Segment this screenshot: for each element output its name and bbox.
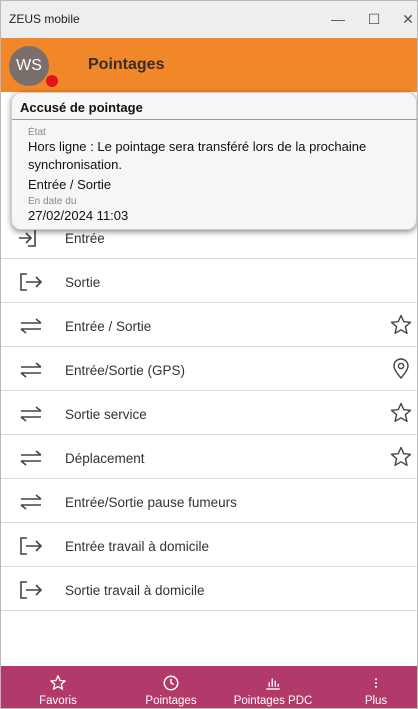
- list-item-label: Entrée: [65, 231, 105, 246]
- list-item[interactable]: Déplacement: [1, 436, 417, 479]
- avatar[interactable]: WS: [9, 46, 49, 86]
- close-button[interactable]: ✕: [393, 7, 417, 31]
- list-item-label: Entrée/Sortie pause fumeurs: [65, 495, 237, 510]
- exit-icon: [20, 581, 43, 599]
- app-window: ZEUS mobile — ☐ ✕ WS Pointages Entrée So…: [0, 0, 418, 709]
- bar-chart-icon: [266, 678, 280, 690]
- list-item[interactable]: Sortie service: [1, 392, 417, 435]
- divider: [12, 119, 417, 120]
- nav-pointages[interactable]: Pointages: [131, 666, 211, 708]
- exit-icon: [20, 273, 43, 291]
- star-icon: [50, 675, 66, 690]
- nav-plus[interactable]: Plus: [351, 666, 401, 708]
- maximize-button[interactable]: ☐: [359, 7, 389, 31]
- app-header: WS Pointages: [1, 38, 417, 92]
- swap-arrows-icon: [20, 406, 42, 422]
- star-icon[interactable]: [389, 445, 413, 469]
- list-item-label: Entrée/Sortie (GPS): [65, 363, 186, 378]
- state-value: Hors ligne : Le pointage sera transféré …: [28, 139, 367, 172]
- list-item-label: Déplacement: [65, 451, 145, 466]
- list-item-label: Entrée / Sortie: [65, 319, 152, 334]
- star-icon[interactable]: [389, 401, 413, 425]
- minimize-button[interactable]: —: [323, 7, 353, 31]
- list-item-label: Entrée travail à domicile: [65, 539, 210, 554]
- more-vertical-icon: [374, 678, 378, 688]
- list-item[interactable]: Entrée travail à domicile: [1, 524, 417, 567]
- swap-arrows-icon: [20, 318, 42, 334]
- list-item[interactable]: Sortie: [1, 260, 417, 303]
- nav-label: Favoris: [39, 695, 77, 707]
- location-pin-icon[interactable]: [389, 357, 413, 381]
- nav-favoris[interactable]: Favoris: [23, 666, 93, 708]
- star-icon[interactable]: [389, 313, 413, 337]
- nav-pointages-pdc[interactable]: Pointages PDC: [227, 666, 319, 708]
- status-badge: [44, 73, 60, 89]
- nav-label: Pointages PDC: [233, 695, 313, 707]
- state-label: État: [28, 127, 46, 138]
- entry-icon: [19, 230, 36, 247]
- exit-icon: [20, 537, 43, 555]
- title-bar[interactable]: ZEUS mobile — ☐ ✕: [1, 1, 417, 38]
- swap-arrows-icon: [20, 362, 42, 378]
- bottom-navigation: Favoris Pointages Pointages PDC Plus: [1, 666, 417, 708]
- date-value: 27/02/2024 11:03: [28, 208, 129, 223]
- date-label: En date du: [28, 196, 77, 207]
- punch-receipt-card[interactable]: Accusé de pointage État Hors ligne : Le …: [11, 92, 417, 230]
- receipt-title: Accusé de pointage: [20, 100, 143, 115]
- nav-label: Plus: [364, 695, 388, 707]
- list-item[interactable]: Entrée / Sortie: [1, 304, 417, 347]
- punch-type-value: Entrée / Sortie: [28, 177, 112, 192]
- list-item[interactable]: Sortie travail à domicile: [1, 568, 417, 611]
- nav-label: Pointages: [145, 695, 197, 707]
- clock-icon: [163, 675, 179, 691]
- swap-arrows-icon: [20, 450, 42, 466]
- list-item-label: Sortie service: [65, 407, 147, 422]
- list-item-label: Sortie: [65, 275, 101, 290]
- list-item-label: Sortie travail à domicile: [65, 583, 205, 598]
- swap-arrows-icon: [20, 494, 42, 510]
- page-title: Pointages: [88, 56, 165, 73]
- list-item[interactable]: Entrée/Sortie pause fumeurs: [1, 480, 417, 523]
- list-item[interactable]: Entrée/Sortie (GPS): [1, 348, 417, 391]
- window-title: ZEUS mobile: [9, 12, 80, 26]
